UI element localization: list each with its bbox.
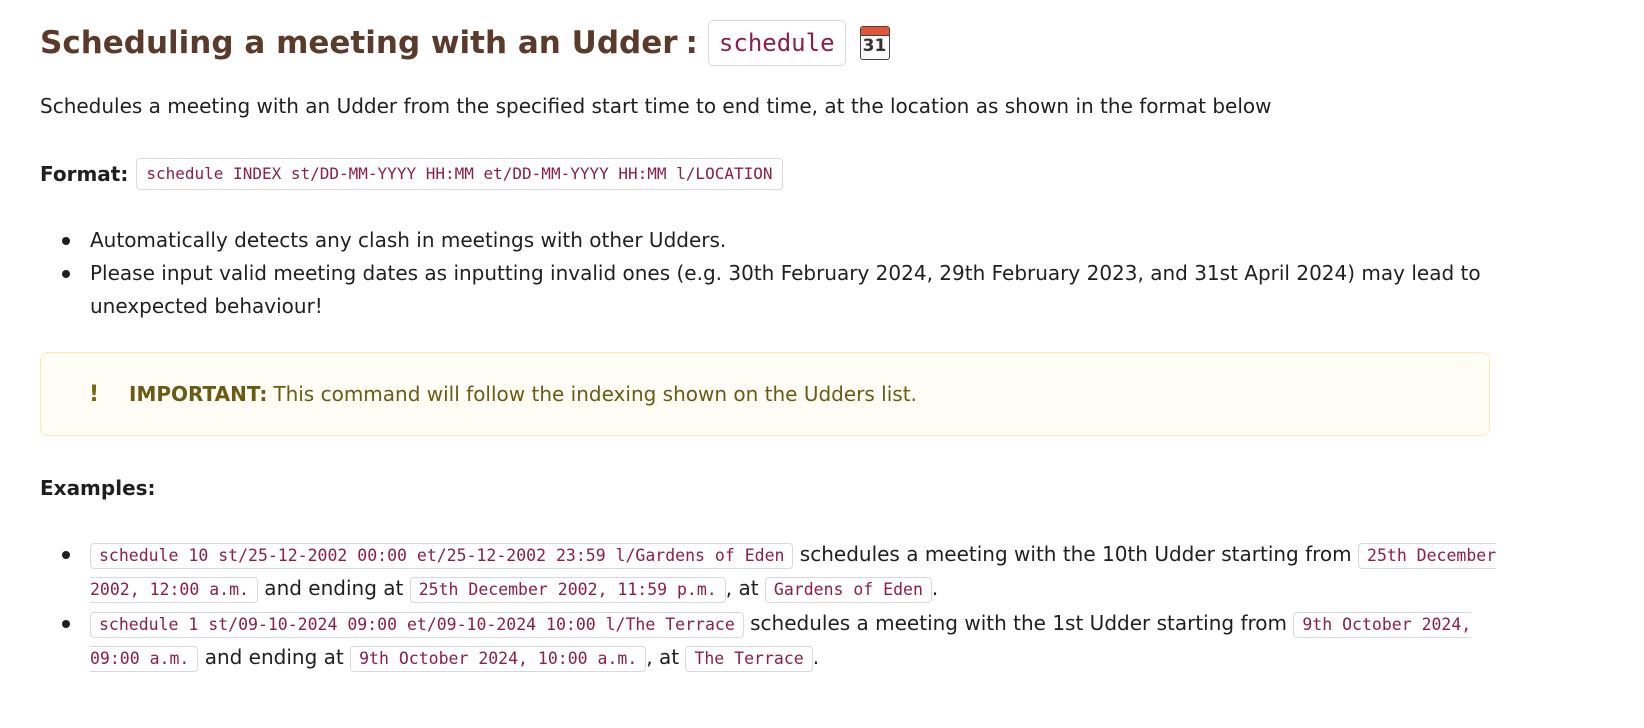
example-end-time: 9th October 2024, 10:00 a.m. (350, 646, 647, 672)
intro-text: Schedules a meeting with an Udder from t… (40, 94, 1272, 118)
examples-list: schedule 10 st/25-12-2002 00:00 et/25-12… (40, 538, 1510, 676)
title-colon: : (685, 25, 698, 61)
important-callout: ! IMPORTANT: This command will follow th… (40, 352, 1490, 436)
command-keyword: schedule (707, 20, 846, 66)
example-text: . (931, 576, 939, 600)
example-command: schedule 1 st/09-10-2024 09:00 et/09-10-… (90, 612, 744, 638)
example-location: Gardens of Eden (764, 577, 932, 603)
example-command: schedule 10 st/25-12-2002 00:00 et/25-12… (90, 543, 794, 569)
example-item: schedule 1 st/09-10-2024 09:00 et/09-10-… (40, 607, 1510, 675)
section-heading: Scheduling a meeting with an Udder : sch… (40, 20, 890, 66)
example-text: schedules a meeting with the 10th Udder … (793, 542, 1359, 566)
exclamation-icon: ! (89, 381, 100, 407)
examples-heading: Examples: (40, 476, 156, 500)
note-item: Automatically detects any clash in meeti… (40, 224, 1560, 257)
calendar-icon-header (860, 27, 889, 36)
important-label: IMPORTANT: (129, 382, 268, 406)
example-text: , at (646, 645, 686, 669)
example-location: The Terrace (685, 646, 813, 672)
example-text: schedules a meeting with the 1st Udder s… (743, 611, 1294, 635)
section-title: Scheduling a meeting with an Udder (40, 25, 678, 61)
format-syntax: schedule INDEX st/DD-MM-YYYY HH:MM et/DD… (136, 158, 783, 190)
example-text: . (812, 645, 820, 669)
example-text: , at (725, 576, 765, 600)
calendar-icon: 31 (859, 26, 890, 60)
example-text: and ending at (257, 576, 410, 600)
example-item: schedule 10 st/25-12-2002 00:00 et/25-12… (40, 538, 1510, 606)
calendar-icon-number: 31 (862, 36, 887, 56)
example-end-time: 25th December 2002, 11:59 p.m. (409, 577, 726, 603)
important-text: This command will follow the indexing sh… (273, 382, 917, 406)
example-text: and ending at (198, 645, 351, 669)
format-label: Format: (40, 162, 129, 186)
note-item: Please input valid meeting dates as inpu… (40, 257, 1510, 323)
format-line: Format: schedule INDEX st/DD-MM-YYYY HH:… (40, 158, 783, 190)
notes-list: Automatically detects any clash in meeti… (40, 224, 1560, 323)
